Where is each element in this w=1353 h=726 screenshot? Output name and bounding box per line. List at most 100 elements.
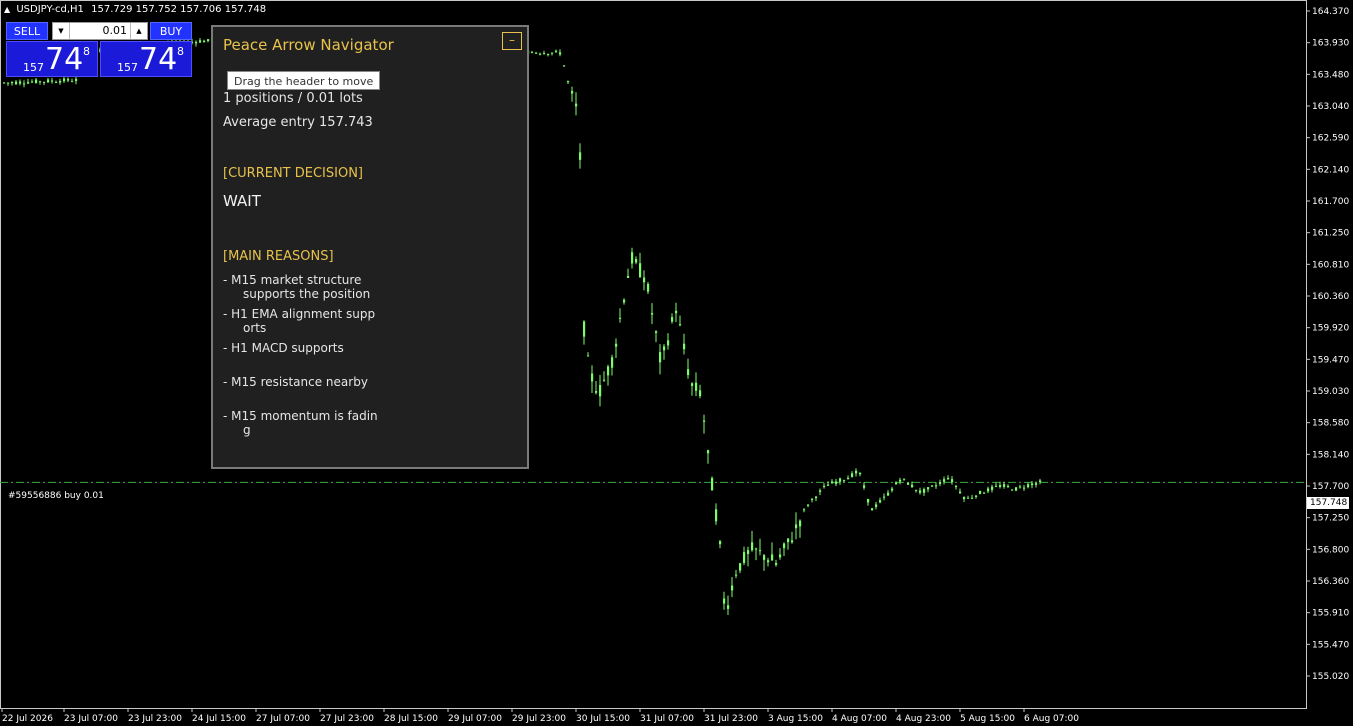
sell-button[interactable]: SELL (6, 22, 48, 40)
candle-body (875, 504, 878, 507)
reason-item: - M15 market structure supports the posi… (223, 273, 370, 301)
candle-body (719, 541, 722, 545)
price-axis-label: 161.250 (1312, 229, 1349, 239)
candle-body (27, 82, 30, 84)
candle-body (7, 82, 10, 84)
candle-body (635, 259, 638, 263)
candle-body (783, 543, 786, 549)
candle-body (623, 299, 626, 303)
reason-text: - M15 momentum is fadin (223, 409, 378, 423)
time-axis-label: 4 Aug 07:00 (832, 714, 887, 724)
candle-body (63, 78, 66, 82)
candle-body (599, 384, 602, 397)
candle-body (891, 488, 894, 491)
candle-body (907, 482, 910, 485)
time-axis-label: 29 Jul 23:00 (512, 714, 566, 724)
candle-body (959, 491, 962, 494)
candle-body (819, 490, 822, 492)
price-axis-label: 162.140 (1312, 165, 1349, 175)
candle-body (655, 331, 658, 334)
candle-body (963, 497, 966, 500)
chart-frame (0, 0, 1307, 709)
price-axis-label: 155.470 (1312, 640, 1349, 650)
candle-body (807, 504, 810, 506)
candle-body (939, 482, 942, 484)
candle-body (1023, 487, 1026, 489)
navigator-title[interactable]: Peace Arrow Navigator (223, 36, 394, 54)
buy-price-button[interactable]: 157 74 8 (100, 41, 192, 77)
lot-size-value[interactable]: 0.01 (103, 24, 128, 37)
candle-body (531, 52, 534, 54)
buy-button[interactable]: BUY (150, 22, 192, 40)
price-axis-label: 158.140 (1312, 450, 1349, 460)
chart-canvas[interactable]: 164.370 163.930 163.480 163.040 162.590 162.1… (0, 0, 1353, 726)
candle-body (731, 585, 734, 591)
candle-body (895, 482, 898, 485)
candle-body (603, 379, 606, 381)
candle-body (203, 40, 206, 43)
candle-body (699, 390, 702, 397)
minimize-button[interactable]: – (502, 32, 522, 50)
candle-body (787, 538, 790, 543)
current-price-tag: 157.748 (1307, 497, 1349, 509)
candle-body (47, 79, 50, 83)
candle-body (931, 485, 934, 487)
price-axis-label: 159.920 (1312, 324, 1349, 334)
candle-body (763, 555, 766, 560)
candle-body (735, 574, 738, 576)
candle-body (11, 82, 14, 84)
candle-body (659, 352, 662, 363)
sell-price-button[interactable]: 157 74 8 (6, 41, 98, 77)
price-axis-label: 158.580 (1312, 419, 1349, 429)
time-axis-label: 24 Jul 15:00 (192, 714, 246, 724)
candle-body (1003, 484, 1006, 487)
candle-body (647, 283, 650, 292)
candle-body (775, 562, 778, 565)
candle-body (759, 550, 762, 552)
candle-body (927, 487, 930, 490)
lot-size-field[interactable]: ▼ 0.01 ▲ (52, 22, 148, 40)
candle-body (611, 357, 614, 368)
candle-body (743, 552, 746, 563)
candle-body (651, 313, 654, 315)
candle-body (23, 83, 26, 85)
candle-body (195, 41, 198, 44)
candle-body (627, 275, 630, 278)
candle-body (619, 317, 622, 319)
candle-body (679, 324, 682, 326)
price-chart[interactable]: 164.370 163.930 163.480 163.040 162.590 162.1… (0, 0, 1353, 726)
candle-body (607, 366, 610, 376)
candle-body (15, 81, 18, 85)
candle-body (859, 472, 862, 475)
candle-body (983, 492, 986, 494)
candle-body (707, 450, 710, 454)
reason-text: - M15 resistance nearby (223, 375, 368, 389)
candle-body (1035, 483, 1038, 485)
candle-body (723, 598, 726, 604)
time-axis-label: 4 Aug 23:00 (896, 714, 951, 724)
price-axis-label: 155.910 (1312, 609, 1349, 619)
candle-body (1027, 484, 1030, 488)
candle-body (683, 343, 686, 350)
candle-body (695, 382, 698, 391)
candle-body (675, 310, 678, 314)
reason-text-cont: orts (243, 321, 267, 335)
navigator-panel[interactable]: Peace Arrow Navigator – 1 positions / 0.… (211, 25, 529, 469)
candle-body (755, 548, 758, 550)
sell-price-big: 74 (45, 42, 84, 77)
candle-body (1031, 483, 1034, 486)
lot-increase-icon[interactable]: ▲ (130, 23, 147, 39)
lot-decrease-icon[interactable]: ▼ (53, 23, 70, 39)
candle-body (1011, 489, 1014, 491)
candle-body (555, 50, 558, 52)
time-axis-label: 27 Jul 07:00 (256, 714, 310, 724)
triangle-icon: ▲ (4, 5, 11, 14)
candle-body (739, 563, 742, 571)
price-axis-label: 159.030 (1312, 387, 1349, 397)
price-axis-label: 160.360 (1312, 292, 1349, 302)
symbol-info: ▲ USDJPY-cd,H1 157.729 157.752 157.706 1… (4, 4, 266, 15)
time-axis-label: 30 Jul 15:00 (576, 714, 630, 724)
candle-body (967, 497, 970, 499)
candle-body (751, 542, 754, 551)
price-axis-label: 157.250 (1312, 514, 1349, 524)
